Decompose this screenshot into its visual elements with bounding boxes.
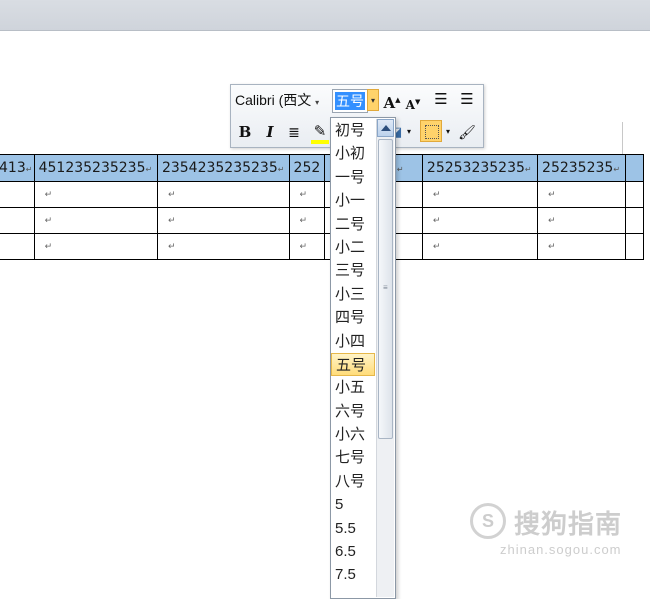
table-header-cell[interactable]: 25235235↵	[537, 154, 627, 182]
font-size-option[interactable]: 三号	[331, 259, 375, 282]
font-size-options: 初号 小初 一号 小一 二号 小二 三号 小三 四号 小四 五号 小五 六号 小六 七号 八号 5 5.5 6.5 7…	[331, 119, 375, 587]
font-size-option[interactable]: 二号	[331, 213, 375, 236]
table-header-cell[interactable]: 25253235235↵	[421, 154, 539, 182]
dropdown-scrollbar[interactable]: ≡	[376, 119, 394, 597]
table-header-cell[interactable]	[625, 154, 644, 182]
table-cell[interactable]: ↵	[288, 207, 326, 234]
table-cell[interactable]	[0, 181, 35, 208]
scroll-grip-icon: ≡	[383, 283, 388, 292]
increase-indent-button[interactable]: ☰	[457, 89, 477, 111]
table-header-cell[interactable]: 252	[288, 154, 326, 182]
table-cell[interactable]	[0, 207, 35, 234]
highlight-color-bar	[311, 140, 329, 144]
table-cell[interactable]: ↵	[537, 181, 627, 208]
table-cell[interactable]: ↵	[33, 233, 158, 260]
decrease-indent-button[interactable]: ☰	[431, 89, 451, 111]
table-cell[interactable]: ↵	[421, 233, 539, 260]
table-row: ↵ ↵ ↵ ↵ ↵ ↵	[0, 207, 644, 234]
list-indent-icon: ☰	[434, 91, 448, 108]
chevron-down-icon: ▾	[370, 96, 375, 105]
table-cell[interactable]	[0, 233, 35, 260]
window-top-bar	[0, 0, 650, 31]
font-size-input[interactable]: 五号	[332, 89, 368, 113]
table-cell[interactable]	[625, 181, 644, 208]
table-header-row: 413↵ 451235235235↵ 2354235235235↵ 252 52…	[0, 154, 644, 182]
font-size-option[interactable]: 小五	[331, 376, 375, 399]
scroll-thumb[interactable]: ≡	[378, 139, 393, 439]
grow-font-icon: A	[383, 94, 396, 112]
font-size-option[interactable]: 5	[331, 493, 375, 516]
format-painter-button[interactable]: 🖌	[457, 121, 477, 143]
font-size-dropdown-button[interactable]: ▾	[367, 89, 379, 111]
table-cell[interactable]: ↵	[288, 233, 326, 260]
font-size-option[interactable]: 7.5	[331, 563, 375, 586]
borders-button[interactable]	[420, 120, 442, 142]
watermark-url: zhinan.sogou.com	[500, 542, 622, 557]
font-size-option[interactable]: 一号	[331, 166, 375, 189]
font-size-option[interactable]: 六号	[331, 400, 375, 423]
font-size-option[interactable]: 小四	[331, 330, 375, 353]
format-painter-icon: 🖌	[458, 124, 476, 140]
document-table: 413↵ 451235235235↵ 2354235235235↵ 252 52…	[0, 154, 644, 260]
table-cell[interactable]: ↵	[33, 181, 158, 208]
scroll-up-arrow-icon[interactable]	[377, 119, 394, 137]
table-row: ↵ ↵ ↵ ↵ ↵ ↵	[0, 233, 644, 260]
center-align-icon: ≣	[288, 124, 300, 140]
highlighter-icon: ✎	[313, 123, 327, 140]
grow-font-button[interactable]: A▲	[383, 89, 401, 112]
font-size-option[interactable]: 四号	[331, 306, 375, 329]
font-size-option[interactable]: 小一	[331, 189, 375, 212]
margin-marker	[622, 122, 623, 154]
shrink-font-icon: A	[405, 98, 415, 112]
font-size-option[interactable]: 6.5	[331, 540, 375, 563]
table-header-cell[interactable]: 451235235235↵	[33, 154, 158, 182]
table-cell[interactable]	[625, 207, 644, 234]
table-cell[interactable]: ↵	[156, 233, 290, 260]
font-size-option[interactable]: 小三	[331, 283, 375, 306]
shrink-font-button[interactable]: A▼	[405, 91, 421, 113]
borders-dropdown-caret-icon[interactable]: ▾	[444, 121, 452, 143]
table-cell[interactable]: ↵	[537, 207, 627, 234]
table-row: ↵ ↵ ↵ ↵ ↵ ↵	[0, 181, 644, 208]
center-align-button[interactable]: ≣	[285, 121, 303, 143]
bold-button[interactable]: B	[237, 121, 253, 143]
shading-dropdown-caret-icon[interactable]: ▾	[405, 121, 413, 143]
font-size-dropdown-list: 初号 小初 一号 小一 二号 小二 三号 小三 四号 小四 五号 小五 六号 小六 七号 八号 5 5.5 6.5 7…	[330, 117, 396, 599]
table-cell[interactable]: ↵	[33, 207, 158, 234]
watermark-title: 搜狗指南	[514, 509, 623, 539]
font-size-option[interactable]: 小初	[331, 142, 375, 165]
font-size-option[interactable]: 5.5	[331, 517, 375, 540]
table-cell[interactable]: ↵	[156, 207, 290, 234]
table-header-cell[interactable]: 2354235235235↵	[156, 154, 290, 182]
watermark: S 搜狗指南 zhinan.sogou.com	[470, 500, 640, 570]
table-cell[interactable]	[625, 233, 644, 260]
table-cell[interactable]: ↵	[421, 207, 539, 234]
table-cell[interactable]: ↵	[421, 181, 539, 208]
font-size-option[interactable]: 初号	[331, 119, 375, 142]
table-cell[interactable]: ↵	[537, 233, 627, 260]
font-size-option[interactable]: 五号	[331, 352, 375, 377]
font-size-option[interactable]: 小六	[331, 423, 375, 446]
font-dropdown-caret-icon[interactable]: ▾	[315, 98, 319, 107]
font-size-option[interactable]: 小二	[331, 236, 375, 259]
italic-button[interactable]: I	[263, 121, 277, 143]
list-indent-icon: ☰	[460, 91, 474, 108]
font-size-value: 五号	[335, 92, 365, 110]
table-cell[interactable]: ↵	[156, 181, 290, 208]
table-header-cell[interactable]: 413↵	[0, 154, 35, 182]
font-size-option[interactable]: 八号	[331, 470, 375, 493]
sogou-logo-icon: S	[470, 503, 506, 539]
table-cell[interactable]: ↵	[288, 181, 326, 208]
font-size-option[interactable]: 七号	[331, 446, 375, 469]
font-name-value: Calibri (西文	[235, 92, 312, 108]
font-name-combo[interactable]: Calibri (西文 ▾	[235, 90, 331, 110]
